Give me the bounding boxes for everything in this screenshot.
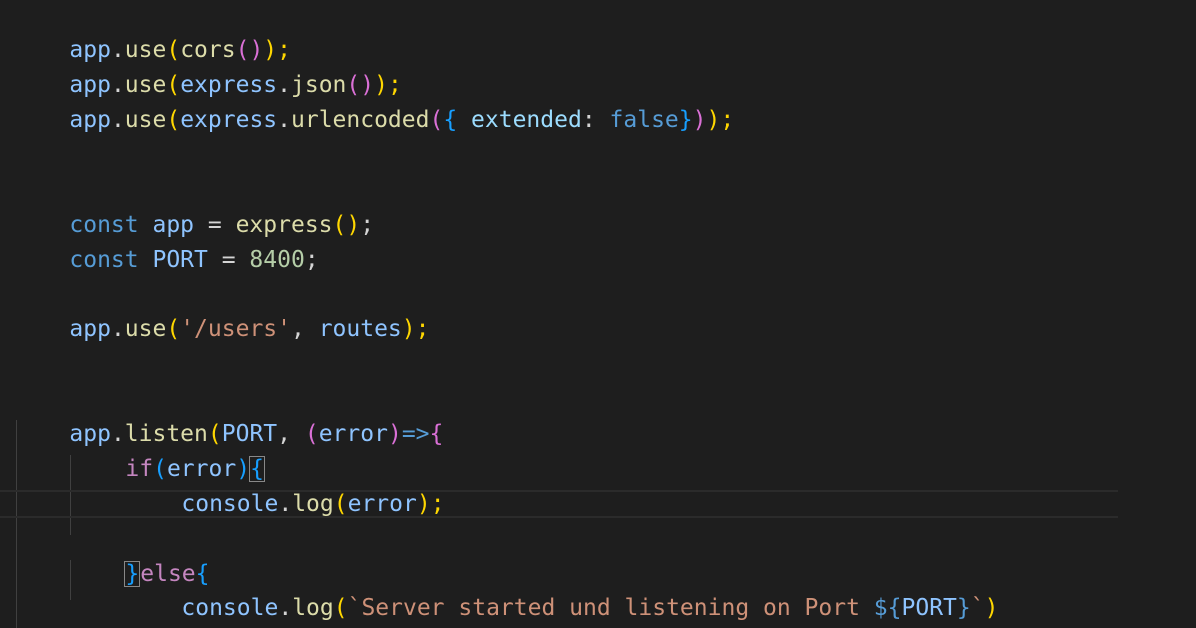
- code-editor[interactable]: app.use(cors()); app.use(express.json())…: [0, 0, 1196, 628]
- code-line-8[interactable]: if(error){: [70, 424, 265, 482]
- token: use: [124, 107, 167, 133]
- token: );: [706, 107, 735, 133]
- token: error: [318, 421, 388, 447]
- token: (: [304, 421, 319, 447]
- token: error: [347, 491, 417, 517]
- token: extended: [471, 107, 582, 133]
- token: =>: [401, 421, 430, 447]
- token: '/users': [180, 316, 291, 342]
- code-line-4[interactable]: const app = express();: [14, 180, 374, 238]
- token: ): [387, 421, 402, 447]
- token: ;: [304, 247, 319, 273]
- token: ,: [277, 421, 305, 447]
- token: ): [984, 595, 999, 621]
- token: app: [69, 316, 111, 342]
- token: app: [69, 107, 111, 133]
- token: `Server started und listening on Port: [347, 595, 874, 621]
- token: .: [278, 491, 293, 517]
- token: {: [443, 107, 472, 133]
- token: :: [581, 107, 610, 133]
- token: );: [401, 316, 430, 342]
- token: `: [970, 595, 985, 621]
- token: .: [110, 316, 125, 342]
- token: .: [277, 107, 291, 133]
- token: routes: [318, 316, 402, 342]
- token: (: [333, 491, 348, 517]
- code-line-2[interactable]: app.use(express.json());: [14, 40, 401, 98]
- token: }: [678, 107, 693, 133]
- code-line-10[interactable]: }else{: [70, 529, 210, 587]
- code-line-12[interactable]: }: [70, 596, 139, 626]
- token: ${: [873, 595, 902, 621]
- code-line-11[interactable]: console.log(`Server started und listenin…: [126, 563, 998, 621]
- token: const: [69, 247, 153, 273]
- token: (): [332, 212, 361, 238]
- token: express: [180, 107, 278, 133]
- code-line-3[interactable]: app.use(express.urlencoded({ extended: f…: [14, 75, 734, 133]
- token: use: [124, 316, 167, 342]
- token: ;: [360, 212, 375, 238]
- token: log: [292, 491, 334, 517]
- code-line-7[interactable]: app.listen(PORT, (error)=>{: [14, 389, 443, 447]
- token: .: [110, 107, 125, 133]
- token: PORT: [152, 247, 208, 273]
- token: =: [207, 247, 250, 273]
- token: ,: [290, 316, 319, 342]
- token: {: [429, 421, 444, 447]
- token: );: [416, 491, 445, 517]
- code-line-1[interactable]: app.use(cors());: [14, 5, 291, 63]
- token: .: [278, 595, 293, 621]
- token: 8400: [249, 247, 305, 273]
- token: (: [429, 107, 444, 133]
- token: }: [956, 595, 971, 621]
- code-line-9[interactable]: console.log(error);: [126, 459, 444, 517]
- token: (: [166, 107, 181, 133]
- token: urlencoded: [291, 107, 430, 133]
- token: ): [692, 107, 707, 133]
- token: PORT: [901, 595, 957, 621]
- code-line-6[interactable]: app.use('/users', routes);: [14, 284, 429, 342]
- token: console: [181, 595, 279, 621]
- token: log: [292, 595, 334, 621]
- token: false: [609, 107, 679, 133]
- token: (: [333, 595, 348, 621]
- token: console: [181, 491, 279, 517]
- code-line-5[interactable]: const PORT = 8400;: [14, 215, 318, 273]
- token: (: [166, 316, 181, 342]
